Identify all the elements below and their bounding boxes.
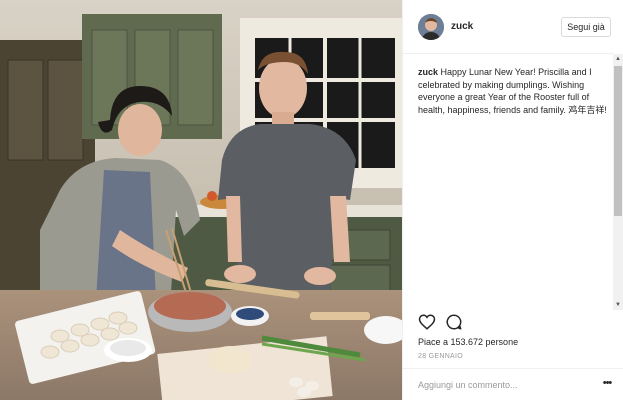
post-photo[interactable] — [0, 0, 402, 400]
add-comment-bar: ••• — [403, 368, 623, 400]
comments-scrollbar[interactable]: ▲ ▼ — [613, 54, 623, 310]
likes-count[interactable]: Piace a 153.672 persone — [418, 337, 518, 347]
caption-username[interactable]: zuck — [418, 67, 438, 77]
post-caption: zuck Happy Lunar New Year! Priscilla and… — [418, 66, 608, 116]
username[interactable]: zuck — [451, 21, 473, 32]
post-header: zuck Segui già — [403, 0, 613, 54]
heart-icon[interactable] — [418, 313, 436, 331]
scroll-up-arrow-icon[interactable]: ▲ — [613, 54, 623, 64]
post-date[interactable]: 28 GENNAIO — [418, 353, 463, 360]
avatar[interactable] — [418, 14, 444, 40]
comment-icon[interactable] — [445, 313, 463, 331]
more-options-icon[interactable]: ••• — [600, 378, 614, 392]
avatar-image — [418, 14, 444, 40]
comment-input[interactable] — [418, 378, 583, 392]
following-button[interactable]: Segui già — [561, 17, 611, 37]
caption-text: Happy Lunar New Year! Priscilla and I ce… — [418, 67, 607, 115]
scrollbar-thumb[interactable] — [614, 66, 622, 216]
scroll-down-arrow-icon[interactable]: ▼ — [613, 300, 623, 310]
post-photo-illustration — [0, 0, 402, 400]
post-side-panel: zuck Segui già zuck Happy Lunar New Year… — [402, 0, 623, 400]
